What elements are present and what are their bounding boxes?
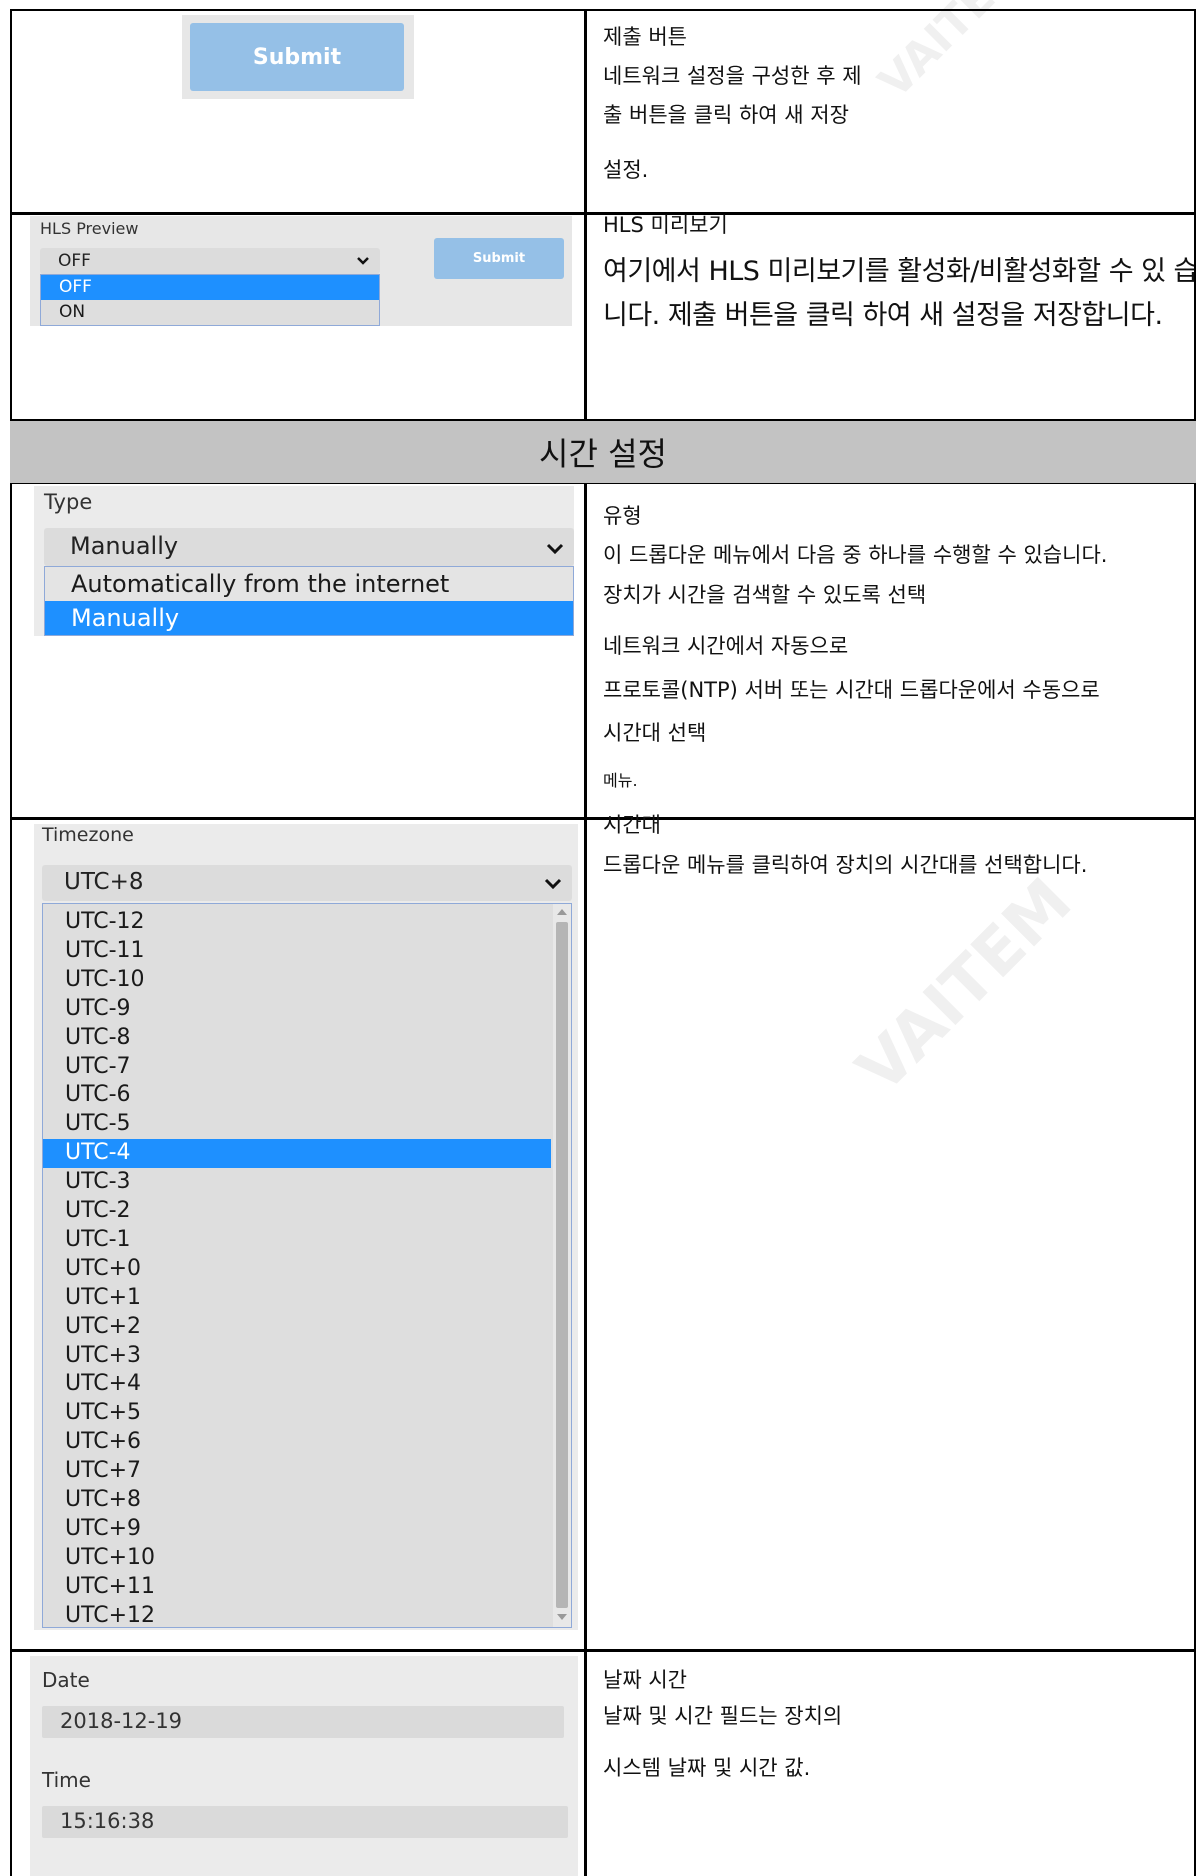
hls-submit-button[interactable]: Submit bbox=[434, 238, 564, 279]
datetime-screenshot-cell: Date 2018-12-19 Time 15:16:38 bbox=[12, 1652, 584, 1876]
hls-preview-select[interactable]: OFF bbox=[40, 248, 380, 274]
date-label: Date bbox=[42, 1668, 90, 1692]
timezone-option[interactable]: UTC-1 bbox=[43, 1226, 551, 1255]
desc-line: 출 버튼을 클릭 하여 새 저장 bbox=[603, 103, 849, 127]
hls-options-list: OFF ON bbox=[40, 274, 380, 326]
section-header-time-settings: 시간 설정 bbox=[10, 421, 1196, 483]
desc-line: 시스템 날짜 및 시간 값. bbox=[603, 1756, 811, 1780]
timezone-description: 시간대 드롭다운 메뉴를 클릭하여 장치의 시간대를 선택합니다. bbox=[587, 809, 1194, 1649]
timezone-option[interactable]: UTC+3 bbox=[43, 1342, 551, 1371]
timezone-option[interactable]: UTC-11 bbox=[43, 937, 551, 966]
desc-line: 장치가 시간을 검색할 수 있도록 선택 bbox=[603, 583, 927, 607]
desc-line: 제출 버튼 bbox=[603, 25, 687, 49]
desc-line: 시간대 선택 bbox=[603, 721, 707, 745]
type-screenshot-cell: Type Manually Automatically from the int… bbox=[12, 484, 584, 817]
time-label: Time bbox=[42, 1768, 91, 1792]
desc-title: 날짜 시간 bbox=[603, 1668, 687, 1692]
timezone-label: Timezone bbox=[42, 824, 134, 846]
type-description: 유형 이 드롭다운 메뉴에서 다음 중 하나를 수행할 수 있습니다. 장치가 … bbox=[587, 484, 1194, 817]
timezone-panel: Timezone UTC+8 UTC-12 UTC-11 UTC-10 UTC-9 UT… bbox=[34, 824, 578, 1630]
chevron-down-icon bbox=[544, 870, 562, 896]
desc-line: 설정. bbox=[603, 158, 649, 182]
document-table: Submit 제출 버튼 네트워크 설정을 구성한 후 제 출 버튼을 클릭 하… bbox=[10, 0, 1196, 1876]
desc-title: 시간대 bbox=[603, 813, 661, 837]
type-selected-value: Manually bbox=[70, 532, 179, 560]
submit-panel: Submit bbox=[182, 15, 414, 99]
scroll-up-icon[interactable] bbox=[557, 909, 567, 915]
desc-line: 여기에서 HLS 미리보기를 활성화/비활성화할 수 있 습 bbox=[603, 256, 1194, 287]
type-option-manually[interactable]: Manually bbox=[45, 601, 573, 635]
timezone-option[interactable]: UTC+1 bbox=[43, 1284, 551, 1313]
timezone-option[interactable]: UTC+0 bbox=[43, 1255, 551, 1284]
scroll-down-icon[interactable] bbox=[557, 1614, 567, 1620]
type-options-list: Automatically from the internet Manually bbox=[44, 566, 574, 636]
timezone-option[interactable]: UTC-8 bbox=[43, 1024, 551, 1053]
desc-line: 네트워크 시간에서 자동으로 bbox=[603, 634, 849, 658]
timezone-select[interactable]: UTC+8 bbox=[42, 865, 572, 901]
type-label: Type bbox=[44, 490, 93, 514]
timezone-option[interactable]: UTC+8 bbox=[43, 1486, 551, 1515]
desc-line: 날짜 및 시간 필드는 장치의 bbox=[603, 1704, 843, 1728]
type-option-automatic[interactable]: Automatically from the internet bbox=[45, 567, 573, 601]
desc-line: 네트워크 설정을 구성한 후 제 bbox=[603, 64, 862, 88]
hls-preview-label: HLS Preview bbox=[40, 219, 139, 238]
type-select[interactable]: Manually bbox=[44, 528, 574, 566]
hls-screenshot-cell: HLS Preview OFF OFF ON Submit bbox=[12, 215, 584, 419]
timezone-selected-value: UTC+8 bbox=[64, 869, 144, 895]
timezone-option[interactable]: UTC-9 bbox=[43, 995, 551, 1024]
timezone-option[interactable]: UTC-12 bbox=[43, 908, 551, 937]
timezone-option[interactable]: UTC-5 bbox=[43, 1110, 551, 1139]
timezone-option[interactable]: UTC+6 bbox=[43, 1428, 551, 1457]
date-field[interactable]: 2018-12-19 bbox=[42, 1706, 564, 1738]
timezone-option[interactable]: UTC+5 bbox=[43, 1399, 551, 1428]
hls-option-on[interactable]: ON bbox=[41, 300, 379, 325]
timezone-option[interactable]: UTC+10 bbox=[43, 1544, 551, 1573]
timezone-option[interactable]: UTC+4 bbox=[43, 1370, 551, 1399]
submit-button[interactable]: Submit bbox=[190, 23, 404, 91]
scrollbar[interactable] bbox=[553, 904, 571, 1627]
hls-panel: HLS Preview OFF OFF ON Submit bbox=[30, 216, 572, 326]
timezone-option[interactable]: UTC-4 bbox=[43, 1139, 551, 1169]
desc-line: 이 드롭다운 메뉴에서 다음 중 하나를 수행할 수 있습니다. bbox=[603, 543, 1108, 567]
timezone-screenshot-cell: Timezone UTC+8 UTC-12 UTC-11 UTC-10 UTC-9 UT… bbox=[12, 820, 584, 1649]
hls-selected-value: OFF bbox=[58, 251, 91, 271]
datetime-panel: Date 2018-12-19 Time 15:16:38 bbox=[30, 1656, 578, 1876]
desc-line: 드롭다운 메뉴를 클릭하여 장치의 시간대를 선택합니다. bbox=[603, 853, 1088, 877]
timezone-options-list[interactable]: UTC-12 UTC-11 UTC-10 UTC-9 UTC-8 UTC-7 UTC-6 UT… bbox=[42, 903, 572, 1628]
timezone-option[interactable]: UTC-2 bbox=[43, 1197, 551, 1226]
submit-screenshot-cell: Submit bbox=[12, 11, 584, 212]
chevron-down-icon bbox=[546, 533, 564, 561]
hls-option-off[interactable]: OFF bbox=[41, 275, 379, 300]
timezone-option[interactable]: UTC-6 bbox=[43, 1081, 551, 1110]
desc-title: HLS 미리보기 bbox=[603, 213, 728, 237]
timezone-option[interactable]: UTC+11 bbox=[43, 1573, 551, 1602]
desc-line: 니다. 제출 버튼을 클릭 하여 새 설정을 저장합니다. bbox=[603, 300, 1163, 331]
scrollbar-thumb[interactable] bbox=[556, 922, 568, 1608]
submit-description: 제출 버튼 네트워크 설정을 구성한 후 제 출 버튼을 클릭 하여 새 저장 … bbox=[587, 11, 1194, 212]
desc-line: 메뉴. bbox=[603, 771, 638, 790]
timezone-option[interactable]: UTC+7 bbox=[43, 1457, 551, 1486]
timezone-option[interactable]: UTC-10 bbox=[43, 966, 551, 995]
timezone-option[interactable]: UTC+12 bbox=[43, 1602, 551, 1631]
timezone-option[interactable]: UTC+9 bbox=[43, 1515, 551, 1544]
time-field[interactable]: 15:16:38 bbox=[42, 1806, 568, 1838]
hls-description: HLS 미리보기 여기에서 HLS 미리보기를 활성화/비활성화할 수 있 습 … bbox=[587, 209, 1194, 419]
chevron-down-icon bbox=[356, 251, 370, 271]
type-panel: Type Manually Automatically from the int… bbox=[34, 486, 574, 636]
timezone-option[interactable]: UTC+2 bbox=[43, 1313, 551, 1342]
desc-line: 프로토콜(NTP) 서버 또는 시간대 드롭다운에서 수동으로 bbox=[603, 678, 1100, 702]
timezone-option[interactable]: UTC-3 bbox=[43, 1168, 551, 1197]
datetime-description: 날짜 시간 날짜 및 시간 필드는 장치의 시스템 날짜 및 시간 값. bbox=[587, 1652, 1194, 1876]
timezone-option[interactable]: UTC-7 bbox=[43, 1053, 551, 1082]
desc-title: 유형 bbox=[603, 504, 642, 528]
